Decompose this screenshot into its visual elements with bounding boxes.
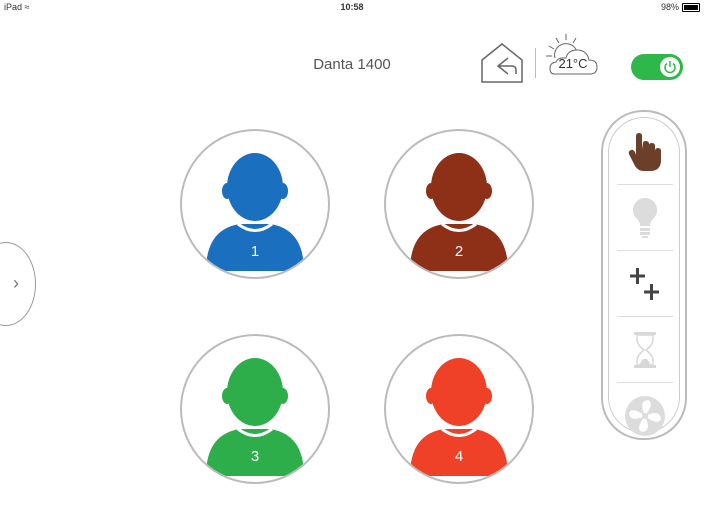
user-profile-3[interactable]: 3 — [180, 334, 330, 484]
power-icon — [660, 57, 680, 77]
bulb-icon — [632, 197, 658, 238]
user-number: 1 — [250, 243, 260, 260]
side-menu-tab[interactable]: › — [0, 242, 36, 326]
manual-mode-button[interactable] — [613, 122, 677, 182]
timer-mode-button[interactable] — [613, 320, 677, 380]
mode-panel — [601, 110, 687, 440]
divider — [617, 250, 673, 251]
battery-percent: 98% — [660, 2, 679, 12]
user-profile-2[interactable]: 2 — [384, 129, 534, 279]
user-profile-4[interactable]: 4 — [384, 334, 534, 484]
divider — [617, 316, 673, 317]
hand-icon — [628, 133, 661, 171]
status-bar: iPad ≈ 10:58 98% — [0, 0, 704, 14]
device-title: Danta 1400 — [313, 56, 391, 73]
plus-plus-icon — [630, 268, 659, 300]
user-number: 2 — [454, 243, 464, 260]
fan-icon — [625, 396, 665, 436]
power-toggle[interactable] — [631, 54, 683, 80]
battery-status: 98% — [661, 2, 700, 12]
user-number: 3 — [250, 448, 260, 465]
clock: 10:58 — [340, 2, 364, 12]
battery-icon — [682, 2, 700, 12]
light-mode-button[interactable] — [613, 188, 677, 248]
temperature-readout: 21°C — [558, 56, 588, 71]
divider — [617, 382, 673, 383]
user-profile-1[interactable]: 1 — [180, 129, 330, 279]
home-away-icon[interactable] — [478, 40, 526, 86]
fan-mode-button[interactable] — [613, 386, 677, 446]
divider — [617, 184, 673, 185]
user-number: 4 — [454, 448, 464, 465]
chevron-right-icon: › — [13, 273, 19, 293]
hourglass-icon — [634, 332, 656, 368]
boost-mode-button[interactable] — [613, 254, 677, 314]
header-divider — [535, 48, 536, 78]
weather-icon[interactable] — [540, 32, 598, 78]
